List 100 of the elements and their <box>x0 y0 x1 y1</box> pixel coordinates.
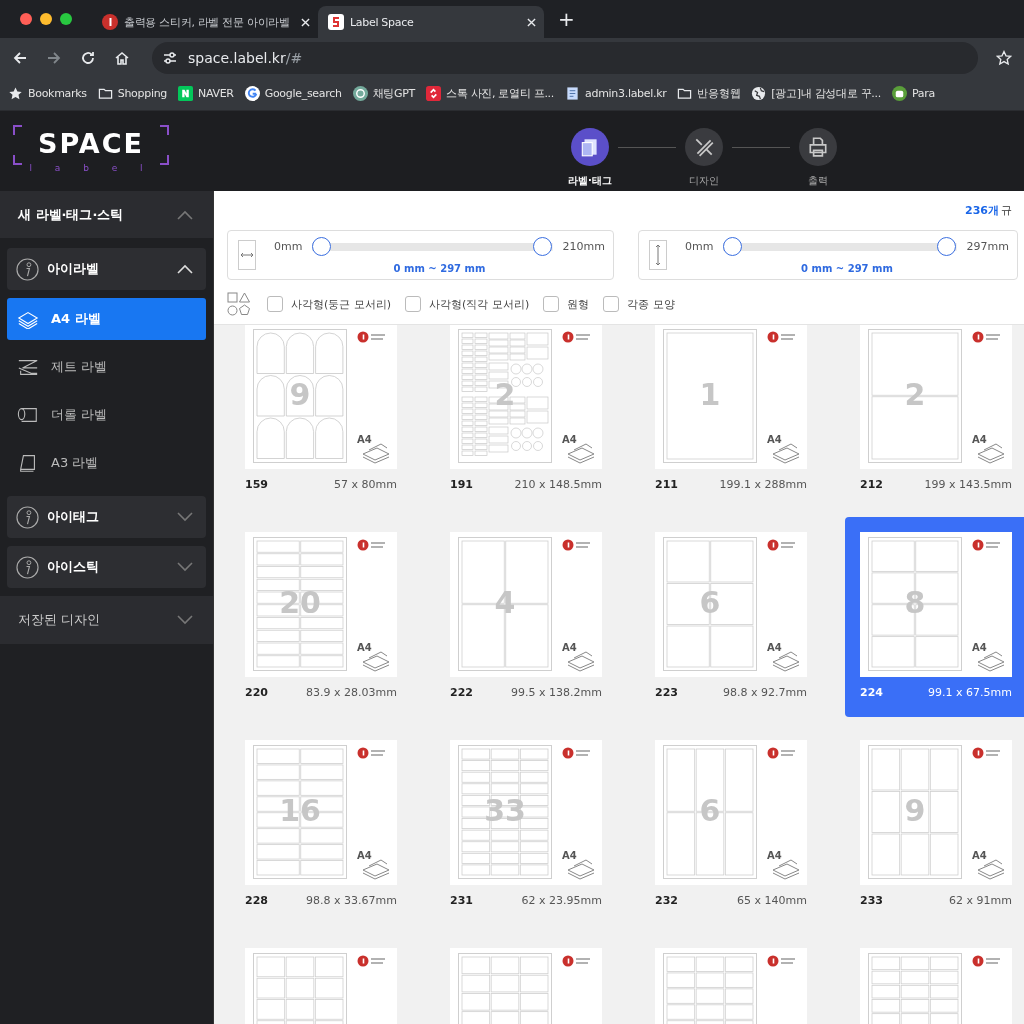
template-code: 233 <box>860 893 883 907</box>
letter-i-circle-icon <box>16 555 39 579</box>
bookmark-item[interactable]: Bookmarks <box>8 86 87 101</box>
template-card[interactable]: 4 A4 222 99.5 x 138.2mm <box>435 517 617 717</box>
label-size: 83.9 x 28.03mm <box>306 685 397 699</box>
n-logo-icon <box>178 86 194 101</box>
maximize-window-button[interactable] <box>60 13 72 25</box>
label-count: 2 <box>493 378 517 412</box>
sidebar-item[interactable]: 더롤 라벨 <box>7 394 206 436</box>
template-card[interactable]: 1 A4 211 199.1 x 288mm <box>640 325 822 509</box>
folder-icon <box>97 86 113 101</box>
template-code: 191 <box>450 477 473 491</box>
bookmark-item[interactable]: Para <box>891 86 935 101</box>
chevron-icon <box>177 264 193 274</box>
template-card[interactable]: 2 A4 191 210 x 148.5mm <box>435 325 617 509</box>
bookmark-item[interactable]: Shopping <box>97 86 168 101</box>
bookmark-item[interactable]: [광고]내 감성대로 꾸... <box>751 86 881 101</box>
template-card[interactable]: 9 A4 159 57 x 80mm <box>230 325 412 509</box>
label-count: 9 <box>288 378 312 412</box>
paper-size-text: A4 <box>562 850 577 862</box>
template-code: 212 <box>860 477 883 491</box>
shapes-icon <box>227 292 251 316</box>
template-code: 223 <box>655 685 678 699</box>
shape-checkbox[interactable]: 원형 <box>543 296 590 312</box>
slider-handle[interactable] <box>312 236 332 256</box>
paper-size-text: A4 <box>562 642 577 654</box>
bookmark-item[interactable]: Google_search <box>244 86 342 101</box>
bookmark-item[interactable]: admin3.label.kr <box>565 86 667 101</box>
chevron-icon <box>177 615 193 625</box>
reload-icon[interactable] <box>80 49 96 66</box>
close-icon[interactable] <box>301 17 310 27</box>
label-size: 65 x 140mm <box>737 893 807 907</box>
browser-tab[interactable]: 출력용 스티커, 라벨 전문 아이라벨 <box>92 6 318 38</box>
sidebar-item[interactable]: A3 라벨 <box>7 442 206 484</box>
template-card[interactable]: 33 A4 231 62 x 23.95mm <box>435 725 617 925</box>
result-count: 236개 <box>965 203 999 218</box>
letter-i-circle-icon <box>16 257 39 281</box>
sidebar-item[interactable]: 제트 라벨 <box>7 346 206 388</box>
category-header[interactable]: 아이라벨 <box>7 248 206 290</box>
template-card[interactable]: 9 A4 233 62 x 91mm <box>845 725 1024 925</box>
template-code: 232 <box>655 893 678 907</box>
back-arrow-icon[interactable] <box>12 49 28 66</box>
minimize-window-button[interactable] <box>40 13 52 25</box>
bookmark-item[interactable]: 반응형웹 <box>677 86 741 101</box>
category-header[interactable]: 아이스틱 <box>7 546 206 588</box>
label-size: 210 x 148.5mm <box>514 477 602 491</box>
template-card[interactable]: 16 A4 228 98.8 x 33.67mm <box>230 725 412 925</box>
min-value: 0mm <box>274 240 303 253</box>
template-card[interactable]: 20 A4 220 83.9 x 28.03mm <box>230 517 412 717</box>
tab-title: Label Space <box>350 15 415 29</box>
logo-wordmark: SPACE <box>38 127 144 161</box>
label-roll-icon <box>17 405 39 425</box>
label-size: 57 x 80mm <box>334 477 397 491</box>
shape-checkbox[interactable]: 사각형(직각 모서리) <box>405 296 530 312</box>
paper-stack-icon <box>566 442 596 464</box>
brand-favicon-icon <box>328 14 344 30</box>
sidebar-item[interactable]: A4 라벨 <box>7 298 206 340</box>
label-size: 98.8 x 33.67mm <box>306 893 397 907</box>
slider-handle[interactable] <box>723 236 743 256</box>
template-card[interactable]: 6 A4 232 65 x 140mm <box>640 725 822 925</box>
logo-subtitle: l a b e l <box>29 162 153 174</box>
label-size: 199.1 x 288mm <box>719 477 807 491</box>
template-card[interactable]: 2 A4 212 199 x 143.5mm <box>845 325 1024 509</box>
forward-arrow-icon[interactable] <box>46 49 62 66</box>
browser-tab[interactable]: Label Space <box>318 6 544 38</box>
bookmark-item[interactable]: NAVER <box>178 86 234 101</box>
paper-size-text: A4 <box>767 434 782 446</box>
template-code: 222 <box>450 685 473 699</box>
section-header[interactable]: 새 라벨·태그·스틱 <box>0 191 213 238</box>
address-bar[interactable]: space.label.kr/# <box>152 41 978 74</box>
slider-handle[interactable] <box>532 236 552 256</box>
tab-title: 출력용 스티커, 라벨 전문 아이라벨 <box>124 14 291 30</box>
letter-i-circle-icon <box>16 505 39 529</box>
site-settings-icon[interactable] <box>162 49 178 66</box>
shape-checkbox[interactable]: 사각형(둥근 모서리) <box>267 296 392 312</box>
paper-stack-icon <box>771 650 801 672</box>
max-value: 297mm <box>966 240 1009 253</box>
bookmark-item[interactable]: 스톡 사진, 로열티 프... <box>426 86 554 101</box>
section-header[interactable]: 저장된 디자인 <box>0 596 213 644</box>
close-window-button[interactable] <box>20 13 32 25</box>
template-code: 228 <box>245 893 268 907</box>
bookmark-item[interactable]: 채팅GPT <box>352 86 416 101</box>
template-card[interactable]: 6 A4 223 98.8 x 92.7mm <box>640 517 822 717</box>
close-icon[interactable] <box>527 17 536 27</box>
max-value: 210mm <box>562 240 605 253</box>
slider-handle[interactable] <box>936 236 956 256</box>
home-icon[interactable] <box>114 49 130 66</box>
paper-stack-icon <box>566 858 596 880</box>
label-size: 62 x 91mm <box>949 893 1012 907</box>
star-icon[interactable] <box>996 49 1012 66</box>
new-tab-button[interactable]: + <box>558 7 575 31</box>
label-count: 4 <box>493 586 517 620</box>
template-card[interactable]: 8 A4 224 99.1 x 67.5mm <box>845 517 1024 717</box>
category-header[interactable]: 아이태그 <box>7 496 206 538</box>
shape-checkbox[interactable]: 각종 모양 <box>603 296 675 312</box>
label-count: 1 <box>698 378 722 412</box>
template-code: 231 <box>450 893 473 907</box>
paper-size-text: A4 <box>972 850 987 862</box>
label-size: 98.8 x 92.7mm <box>723 685 807 699</box>
left-bracket-icon <box>13 125 23 165</box>
